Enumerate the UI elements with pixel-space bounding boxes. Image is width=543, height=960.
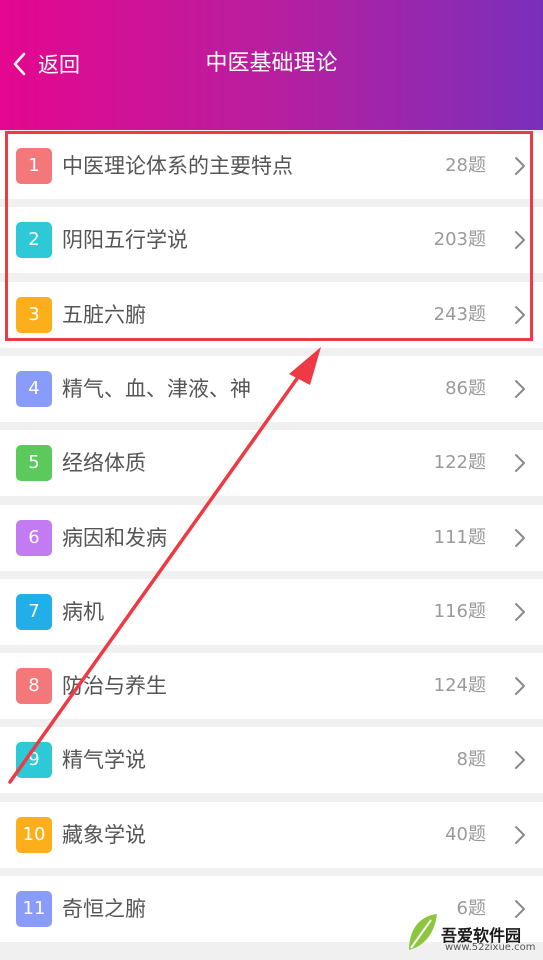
list-item[interactable]: 9 精气学说 8题 (0, 727, 543, 793)
chevron-right-icon (515, 231, 525, 249)
item-label: 五脏六腑 (62, 303, 146, 327)
item-question-count: 116题 (433, 601, 486, 622)
chevron-right-icon (515, 677, 525, 695)
list-item[interactable]: 1 中医理论体系的主要特点 28题 (0, 133, 543, 199)
list-item[interactable]: 8 防治与养生 124题 (0, 653, 543, 719)
item-question-count: 122题 (433, 452, 486, 473)
item-number-badge: 3 (16, 297, 52, 333)
item-question-count: 124题 (433, 675, 486, 696)
list-item[interactable]: 10 藏象学说 40题 (0, 802, 543, 868)
item-label: 病机 (62, 600, 104, 624)
item-label: 精气学说 (62, 748, 146, 772)
item-label: 病因和发病 (62, 526, 167, 550)
item-number-badge: 9 (16, 742, 52, 778)
item-question-count: 8题 (456, 749, 486, 770)
item-number-badge: 2 (16, 222, 52, 258)
list-item[interactable]: 3 五脏六腑 243题 (0, 282, 543, 348)
item-label: 精气、血、津液、神 (62, 377, 251, 401)
list-item[interactable]: 4 精气、血、津液、神 86题 (0, 356, 543, 422)
chevron-right-icon (515, 826, 525, 844)
item-question-count: 40题 (445, 824, 486, 845)
chevron-right-icon (515, 529, 525, 547)
item-number-badge: 4 (16, 371, 52, 407)
item-label: 藏象学说 (62, 823, 146, 847)
watermark-url: www.52zixue.com (445, 942, 536, 953)
chevron-right-icon (515, 306, 525, 324)
item-number-badge: 8 (16, 668, 52, 704)
list-item[interactable]: 2 阴阳五行学说 203题 (0, 207, 543, 273)
item-number-badge: 5 (16, 445, 52, 481)
item-number-badge: 7 (16, 594, 52, 630)
list-item[interactable]: 5 经络体质 122题 (0, 430, 543, 496)
chevron-right-icon (515, 603, 525, 621)
watermark: 吾爱软件园 www.52zixue.com (405, 896, 536, 956)
item-label: 阴阳五行学说 (62, 228, 188, 252)
item-question-count: 111题 (433, 527, 486, 548)
item-label: 中医理论体系的主要特点 (62, 154, 293, 178)
item-question-count: 243题 (433, 304, 486, 325)
top-bar: 返回 中医基础理论 (0, 0, 543, 130)
item-number-badge: 1 (16, 148, 52, 184)
list-item[interactable]: 6 病因和发病 111题 (0, 505, 543, 571)
item-number-badge: 6 (16, 520, 52, 556)
chevron-right-icon (515, 751, 525, 769)
leaf-logo-icon (409, 914, 437, 950)
item-label: 经络体质 (62, 451, 146, 475)
item-question-count: 86题 (445, 378, 486, 399)
item-number-badge: 10 (16, 817, 52, 853)
chevron-right-icon (515, 157, 525, 175)
item-label: 防治与养生 (62, 674, 167, 698)
list-item[interactable]: 7 病机 116题 (0, 579, 543, 645)
chevron-right-icon (515, 380, 525, 398)
item-question-count: 28题 (445, 155, 486, 176)
item-question-count: 203题 (433, 229, 486, 250)
chevron-right-icon (515, 454, 525, 472)
page-title: 中医基础理论 (205, 51, 338, 76)
item-label: 奇恒之腑 (62, 897, 146, 921)
item-number-badge: 11 (16, 891, 52, 927)
